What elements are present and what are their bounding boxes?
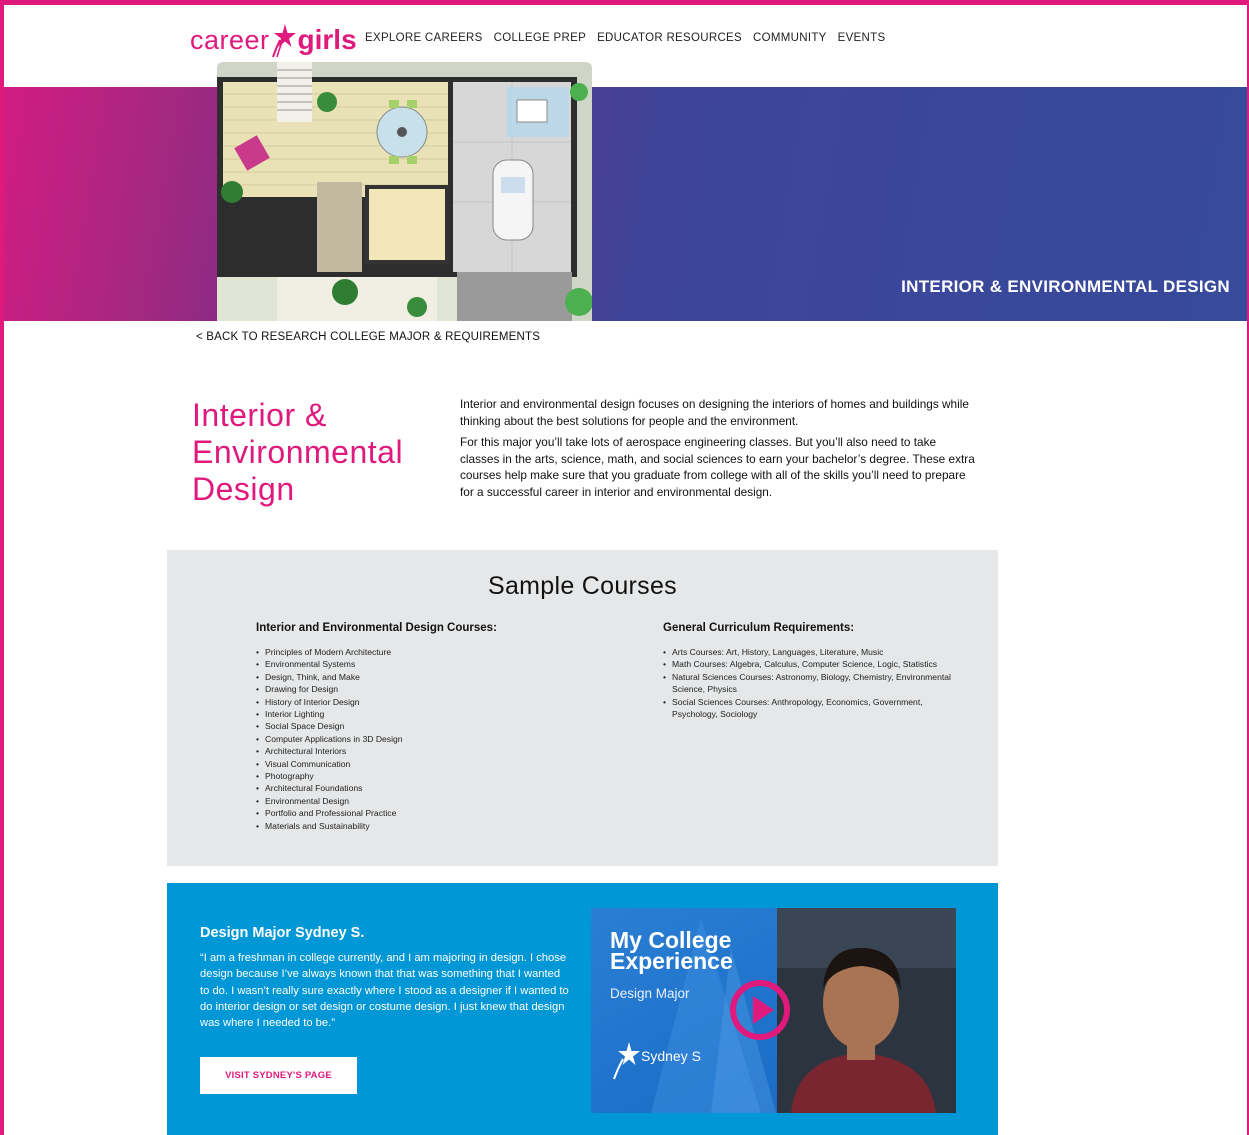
video-title-line-2: Experience [610, 948, 733, 974]
list-item: Materials and Sustainability [256, 820, 556, 833]
testimonial-name: Design Major Sydney S. [200, 925, 365, 941]
video-title: My College Experience [610, 929, 733, 974]
general-requirements-column: General Curriculum Requirements: Arts Co… [663, 622, 963, 720]
intro-paragraph-2: For this major you’ll take lots of aeros… [460, 435, 975, 499]
general-requirements-list: Arts Courses: Art, History, Languages, L… [663, 646, 963, 720]
major-title-line-1: Interior & [192, 397, 327, 433]
major-title-line-3: Design [192, 471, 295, 507]
list-item: Photography [256, 770, 556, 783]
major-courses-list: Principles of Modern Architecture Enviro… [256, 646, 556, 833]
list-item: Environmental Systems [256, 658, 556, 671]
hero-banner: INTERIOR & ENVIRONMENTAL DESIGN [4, 87, 1247, 321]
logo-text-career: career [190, 24, 270, 55]
sample-courses-section: Sample Courses Interior and Environmenta… [167, 550, 998, 866]
back-to-research-link[interactable]: < BACK TO RESEARCH COLLEGE MAJOR & REQUI… [196, 331, 540, 343]
nav-college-prep[interactable]: COLLEGE PREP [494, 32, 586, 44]
list-item: Math Courses: Algebra, Calculus, Compute… [663, 658, 963, 671]
general-requirements-title: General Curriculum Requirements: [663, 622, 855, 634]
nav-educator-resources[interactable]: EDUCATOR RESOURCES [597, 32, 742, 44]
career-girls-logo[interactable]: career girls [190, 20, 357, 60]
banner-title: INTERIOR & ENVIRONMENTAL DESIGN [901, 277, 1230, 296]
testimonial-quote: “I am a freshman in college currently, a… [200, 952, 569, 1030]
list-item: Social Sciences Courses: Anthropology, E… [663, 696, 963, 721]
nav-community[interactable]: COMMUNITY [753, 32, 827, 44]
list-item: Architectural Interiors [256, 745, 556, 758]
logo-text-girls: girls [297, 24, 357, 55]
major-description: Interior and environmental design focuse… [460, 396, 975, 505]
list-item: Design, Think, and Make [256, 671, 556, 684]
student-testimonial-section: Design Major Sydney S. “I am a freshman … [167, 883, 998, 1135]
nav-explore-careers[interactable]: EXPLORE CAREERS [365, 32, 483, 44]
star-logo-icon [613, 1042, 640, 1080]
list-item: Principles of Modern Architecture [256, 646, 556, 659]
list-item: Architectural Foundations [256, 782, 556, 795]
floor-plan-illustration [217, 62, 592, 321]
visit-sydney-page-button[interactable]: VISIT SYDNEY'S PAGE [200, 1057, 357, 1094]
list-item: Social Space Design [256, 720, 556, 733]
major-title-line-2: Environmental [192, 434, 404, 470]
list-item: Arts Courses: Art, History, Languages, L… [663, 646, 963, 659]
video-subtitle: Design Major [610, 986, 690, 1001]
list-item: Visual Communication [256, 758, 556, 771]
star-logo-icon [271, 24, 296, 58]
list-item: Interior Lighting [256, 708, 556, 721]
intro-paragraph-1: Interior and environmental design focuse… [460, 397, 969, 428]
list-item: Environmental Design [256, 795, 556, 808]
list-item: Computer Applications in 3D Design [256, 733, 556, 746]
sample-courses-heading: Sample Courses [487, 572, 677, 600]
major-courses-title: Interior and Environmental Design Course… [256, 622, 497, 634]
video-thumbnail[interactable]: My College Experience Design Major Sydne… [591, 908, 956, 1113]
main-nav: EXPLORE CAREERS COLLEGE PREP EDUCATOR RE… [365, 32, 885, 44]
video-person-name: Sydney S [641, 1048, 701, 1064]
nav-events[interactable]: EVENTS [838, 32, 886, 44]
major-title: Interior & Environmental Design [192, 397, 452, 508]
list-item: Portfolio and Professional Practice [256, 807, 556, 820]
list-item: History of Interior Design [256, 696, 556, 709]
list-item: Drawing for Design [256, 683, 556, 696]
major-courses-column: Interior and Environmental Design Course… [256, 622, 556, 833]
list-item: Natural Sciences Courses: Astronomy, Bio… [663, 671, 963, 696]
play-icon[interactable] [728, 978, 792, 1042]
